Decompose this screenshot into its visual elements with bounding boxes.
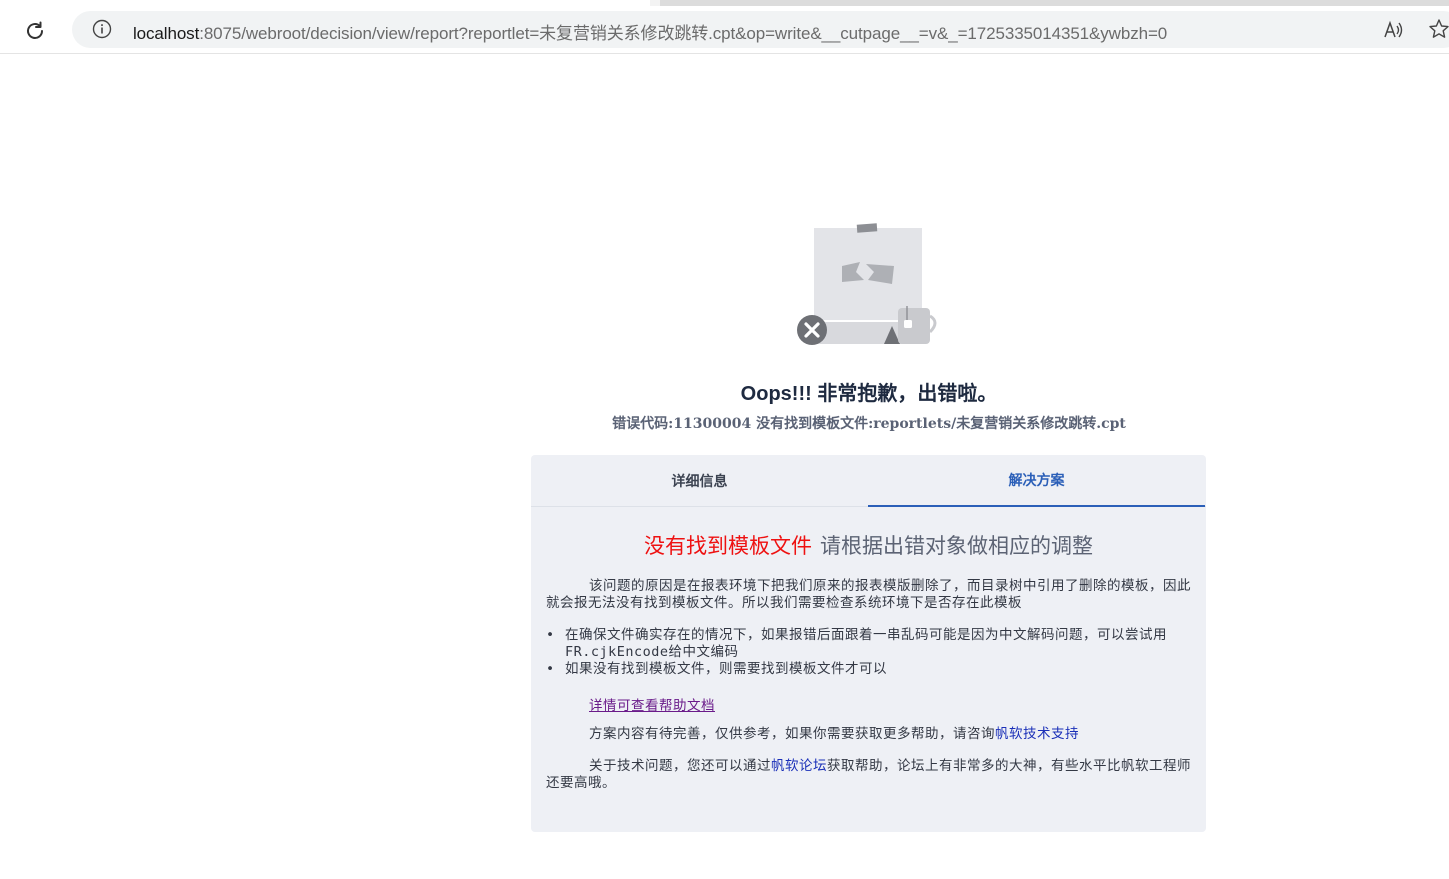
tech-support-link[interactable]: 帆软技术支持 (995, 726, 1079, 742)
panel-tabs: 详细信息 解决方案 (531, 455, 1206, 507)
solution-heading-hint: 请根据出错对象做相应的调整 (820, 534, 1093, 558)
solution-paragraph-forum: 关于技术问题，您还可以通过帆软论坛获取帮助，论坛上有非常多的大神，有些水平比帆软… (546, 758, 1191, 792)
browser-toolbar: localhost:8075/webroot/decision/view/rep… (0, 6, 1449, 54)
site-info-icon[interactable] (92, 19, 112, 39)
bullet-text: 在确保文件确实存在的情况下，如果报错后面跟着一串乱码可能是因为中文解码问题，可以… (565, 627, 1167, 660)
error-info-panel: 详细信息 解决方案 没有找到模板文件 请根据出错对象做相应的调整 该问题的原因是在… (531, 455, 1206, 832)
list-item: 如果没有找到模板文件，则需要找到模板文件才可以 (546, 661, 1191, 678)
solution-heading: 没有找到模板文件 请根据出错对象做相应的调整 (531, 530, 1206, 560)
bullet-text: 如果没有找到模板文件，则需要找到模板文件才可以 (565, 661, 887, 677)
error-illustration-icon (797, 223, 937, 345)
solution-heading-error: 没有找到模板文件 (644, 534, 812, 558)
favorite-star-icon[interactable] (1428, 18, 1449, 40)
forum-text-pre: 关于技术问题，您还可以通过 (589, 758, 771, 774)
error-title: Oops!!! 非常抱歉，出错啦。 (740, 383, 998, 405)
reload-button[interactable] (18, 14, 52, 48)
address-bar[interactable]: localhost:8075/webroot/decision/view/rep… (72, 11, 1449, 48)
read-aloud-icon[interactable] (1382, 19, 1404, 41)
solution-paragraph-cause: 该问题的原因是在报表环境下把我们原来的报表模版删除了，而目录树中引用了删除的模板… (546, 578, 1191, 611)
url-host: localhost (133, 24, 200, 43)
error-code-message: 错误代码:11300004 没有找到模板文件:reportlets/未复营销关系… (612, 416, 1126, 432)
tab-details[interactable]: 详细信息 (531, 455, 868, 506)
solution-paragraph-support: 方案内容有待完善，仅供参考，如果你需要获取更多帮助，请咨询帆软技术支持 (546, 726, 1191, 743)
help-docs-link[interactable]: 详情可查看帮助文档 (589, 694, 715, 714)
tab-solution[interactable]: 解决方案 (868, 455, 1205, 507)
list-item: 在确保文件确实存在的情况下，如果报错后面跟着一串乱码可能是因为中文解码问题，可以… (546, 627, 1191, 661)
reload-icon (27, 21, 43, 39)
solution-bullet-list: 在确保文件确实存在的情况下，如果报错后面跟着一串乱码可能是因为中文解码问题，可以… (546, 627, 1191, 678)
forum-link[interactable]: 帆软论坛 (771, 758, 827, 774)
url-path: :8075/webroot/decision/view/report?repor… (199, 24, 1168, 43)
support-text: 方案内容有待完善，仅供参考，如果你需要获取更多帮助，请咨询 (589, 726, 995, 742)
url-text[interactable]: localhost:8075/webroot/decision/view/rep… (133, 19, 1167, 44)
